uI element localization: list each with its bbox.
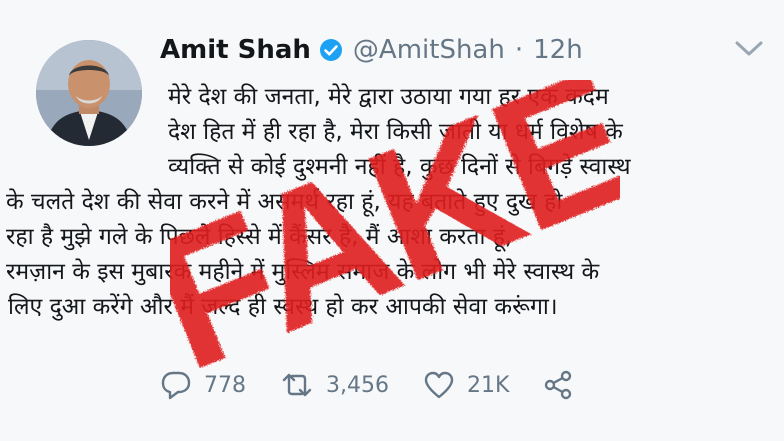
share-button[interactable] [543, 370, 585, 400]
like-icon [424, 371, 454, 399]
tweet-text-line: व्यक्ति से कोई दुश्मनी नहीं है, कुछ दिनो… [168, 154, 631, 180]
chevron-down-icon[interactable] [732, 38, 766, 60]
tweet-text: मेरे देश की जनता, मेरे द्वारा उठाया गया … [6, 80, 778, 325]
user-handle[interactable]: @AmitShah [353, 35, 505, 65]
share-icon [545, 370, 572, 400]
tweet-timestamp[interactable]: 12h [533, 35, 583, 65]
like-count: 21K [466, 372, 510, 398]
retweet-button[interactable]: 3,456 [280, 371, 389, 399]
tweet-text-line: लिए दुआ करेंगे और मैं जल्द ही स्वस्थ हो … [8, 294, 558, 320]
tweet-actions: 778 3,456 21K [160, 368, 619, 402]
tweet-text-line: देश हित में ही रहा है, मेरा किसी जाती या… [168, 119, 623, 145]
retweet-count: 3,456 [326, 372, 389, 398]
tweet-text-line: के चलते देश की सेवा करने में असमर्थ रहा … [6, 189, 563, 215]
tweet-header: Amit Shah @AmitShah · 12h [160, 30, 583, 70]
tweet-text-line: मेरे देश की जनता, मेरे द्वारा उठाया गया … [168, 84, 609, 110]
meta-separator: · [514, 35, 524, 65]
reply-count: 778 [204, 372, 246, 398]
like-button[interactable]: 21K [423, 370, 509, 400]
verified-badge-icon [319, 38, 343, 62]
display-name[interactable]: Amit Shah [160, 35, 311, 65]
tweet-card: Amit Shah @AmitShah · 12h मेरे देश की जन… [0, 0, 784, 441]
reply-icon [161, 371, 191, 400]
tweet-text-line: रमज़ान के इस मुबारक महीने में मुस्लिम सम… [6, 259, 600, 285]
tweet-text-line: रहा है मुझे गले के पिछले हिस्से में कैंस… [6, 224, 513, 250]
reply-button[interactable]: 778 [160, 370, 246, 400]
retweet-icon [282, 373, 312, 397]
